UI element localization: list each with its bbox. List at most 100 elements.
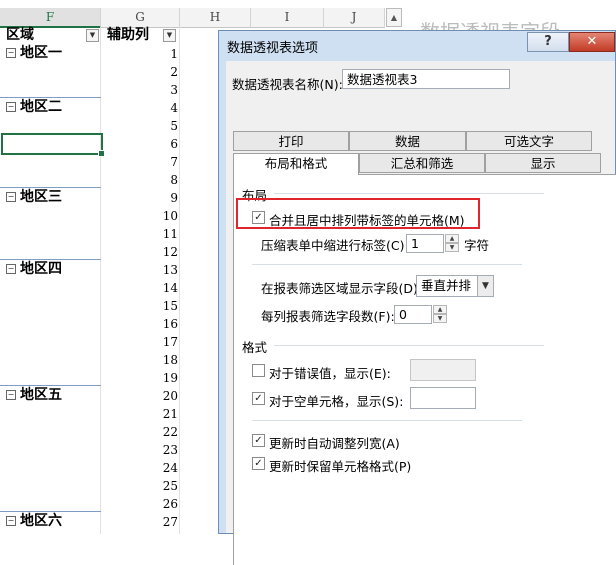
helper-value-cell[interactable]: 10	[100, 207, 178, 225]
helper-value-cell[interactable]: 14	[100, 279, 178, 297]
helper-value-cell[interactable]: 21	[100, 405, 178, 423]
collapse-icon[interactable]: −	[6, 390, 16, 400]
autofit-checkbox[interactable]: ✓	[252, 434, 265, 447]
spin-up-icon[interactable]: ▲	[445, 234, 459, 243]
helper-value-cell[interactable]: 25	[100, 477, 178, 495]
helper-value-cell[interactable]: 6	[100, 135, 178, 153]
format-section-title: 格式	[242, 340, 268, 355]
spin-down-icon[interactable]: ▼	[433, 314, 447, 323]
preserve-format-checkbox[interactable]: ✓	[252, 457, 265, 470]
region-row-1[interactable]: − 地区一	[6, 44, 62, 62]
helper-value-cell[interactable]: 8	[100, 171, 178, 189]
selected-cell[interactable]	[1, 133, 105, 157]
helper-value-cell[interactable]: 2	[100, 63, 178, 81]
region-label: 地区三	[20, 189, 62, 205]
help-button[interactable]: ?	[527, 32, 569, 52]
pivot-options-dialog: 数据透视表选项 ? ✕ 数据透视表名称(N): 数据透视表3 打印 数据 可选文…	[218, 30, 616, 565]
layout-format-panel: 布局 ✓ 合并且居中排列带标签的单元格(M) 压缩表单中缩进行标签(C): 1 …	[233, 174, 616, 565]
collapse-icon[interactable]: −	[6, 516, 16, 526]
indent-label: 压缩表单中缩进行标签(C):	[261, 238, 409, 253]
column-header-h[interactable]: H	[180, 8, 251, 28]
error-value-checkbox[interactable]	[252, 364, 265, 377]
indent-spinner-input[interactable]: 1	[406, 234, 444, 253]
spin-up-icon[interactable]: ▲	[433, 305, 447, 314]
chevron-down-icon[interactable]: ▼	[477, 275, 494, 297]
column-header-i[interactable]: I	[251, 8, 324, 28]
column-header-j[interactable]: J	[324, 8, 385, 28]
helper-filter-dropdown[interactable]: ▼	[163, 29, 176, 42]
red-highlight-box	[236, 198, 480, 229]
autofit-label: 更新时自动调整列宽(A)	[269, 436, 400, 451]
tab-data[interactable]: 数据	[349, 131, 466, 151]
helper-value-cell[interactable]: 4	[100, 99, 178, 117]
collapse-icon[interactable]: −	[6, 102, 16, 112]
header-helper-label: 辅助列	[107, 27, 149, 43]
helper-value-cell[interactable]: 15	[100, 297, 178, 315]
preserve-format-label: 更新时保留单元格格式(P)	[269, 459, 412, 474]
spin-down-icon[interactable]: ▼	[445, 243, 459, 252]
indent-spinner[interactable]: ▲ ▼	[445, 234, 459, 253]
helper-value-cell[interactable]: 7	[100, 153, 178, 171]
helper-value-cell[interactable]: 1	[100, 45, 178, 63]
region-label: 地区五	[20, 387, 62, 403]
tab-layout-format[interactable]: 布局和格式	[233, 153, 359, 175]
helper-value-cell[interactable]: 3	[100, 81, 178, 99]
filter-fields-spinner-input[interactable]: 0	[394, 305, 432, 324]
region-row-4[interactable]: − 地区四	[6, 260, 62, 278]
indent-unit: 字符	[464, 238, 490, 253]
empty-cell-input[interactable]	[410, 387, 476, 409]
region-row-2[interactable]: − 地区二	[6, 98, 62, 116]
empty-cell-checkbox[interactable]: ✓	[252, 392, 265, 405]
helper-value-cell[interactable]: 20	[100, 387, 178, 405]
region-row-5[interactable]: − 地区五	[6, 386, 62, 404]
region-row-6[interactable]: − 地区六	[6, 512, 62, 530]
helper-value-cell[interactable]: 24	[100, 459, 178, 477]
section-divider	[252, 420, 522, 421]
helper-value-cell[interactable]: 17	[100, 333, 178, 351]
helper-value-cell[interactable]: 26	[100, 495, 178, 513]
column-header-f[interactable]: F	[0, 8, 101, 28]
section-divider	[274, 193, 544, 194]
helper-value-cell[interactable]: 9	[100, 189, 178, 207]
dialog-titlebar[interactable]: 数据透视表选项 ? ✕	[219, 31, 615, 61]
helper-value-cell[interactable]: 23	[100, 441, 178, 459]
region-label: 地区四	[20, 261, 62, 277]
helper-value-cell[interactable]: 13	[100, 261, 178, 279]
header-region-label: 区域	[6, 27, 34, 43]
column-header-g[interactable]: G	[101, 8, 180, 28]
helper-value-cell[interactable]: 19	[100, 369, 178, 387]
error-value-label: 对于错误值，显示(E):	[269, 366, 391, 381]
collapse-icon[interactable]: −	[6, 192, 16, 202]
tab-print[interactable]: 打印	[233, 131, 349, 151]
pivot-name-label: 数据透视表名称(N):	[232, 77, 343, 92]
collapse-icon[interactable]: −	[6, 48, 16, 58]
helper-value-cell[interactable]: 5	[100, 117, 178, 135]
region-row-3[interactable]: − 地区三	[6, 188, 62, 206]
collapse-icon[interactable]: −	[6, 264, 16, 274]
tab-alt-text[interactable]: 可选文字	[466, 131, 592, 151]
tab-display[interactable]: 显示	[485, 153, 601, 173]
helper-value-cell[interactable]: 18	[100, 351, 178, 369]
pivot-name-input[interactable]: 数据透视表3	[342, 69, 510, 89]
empty-cell-label: 对于空单元格，显示(S):	[269, 394, 404, 409]
region-filter-dropdown[interactable]: ▼	[86, 29, 99, 42]
filter-fields-spinner[interactable]: ▲ ▼	[433, 305, 447, 324]
section-divider	[274, 345, 544, 346]
helper-value-cell[interactable]: 11	[100, 225, 178, 243]
helper-value-cell[interactable]: 27	[100, 513, 178, 531]
section-divider	[252, 264, 522, 265]
error-value-input[interactable]	[410, 359, 476, 381]
region-label: 地区一	[20, 45, 62, 61]
dialog-client: 数据透视表名称(N): 数据透视表3 打印 数据 可选文字 布局和格式 汇总和筛…	[226, 61, 616, 565]
close-button[interactable]: ✕	[569, 32, 615, 52]
filter-area-select[interactable]: 垂直并排	[416, 275, 478, 297]
filter-area-label: 在报表筛选区域显示字段(D):	[261, 281, 423, 296]
dialog-title: 数据透视表选项	[227, 41, 319, 56]
helper-value-cell[interactable]: 12	[100, 243, 178, 261]
helper-value-cell[interactable]: 22	[100, 423, 178, 441]
helper-value-cell[interactable]: 16	[100, 315, 178, 333]
scroll-up-button[interactable]: ▲	[386, 8, 402, 27]
tab-totals-filters[interactable]: 汇总和筛选	[359, 153, 485, 173]
header-cell-region: 区域 ▼	[0, 27, 100, 44]
filter-fields-label: 每列报表筛选字段数(F):	[261, 309, 395, 324]
